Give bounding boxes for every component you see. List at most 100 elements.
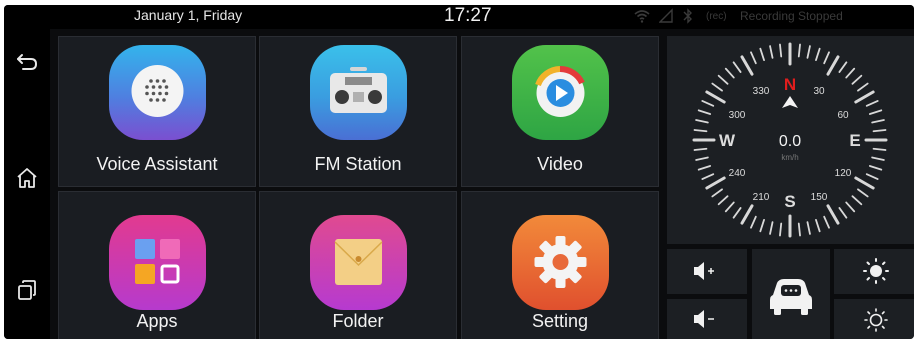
tile-label: Voice Assistant	[96, 154, 218, 174]
compass-tick	[838, 207, 848, 219]
rec-badge: (rec)	[706, 11, 727, 22]
folder-icon	[310, 215, 407, 310]
compass-tick	[701, 100, 715, 107]
speed-unit: km/h	[781, 153, 798, 162]
deg-120: 120	[835, 168, 852, 179]
tile-setting[interactable]: Setting	[461, 191, 659, 339]
head-unit-screen: January 1, Friday 17:27 (rec) Recording …	[4, 5, 914, 339]
tile-label: FM Station	[314, 154, 402, 174]
home-button[interactable]	[12, 163, 42, 193]
compass-tick	[826, 55, 840, 76]
compass-tick	[845, 67, 856, 79]
tile-video[interactable]: Video	[461, 36, 659, 187]
brightness-low-icon	[864, 308, 888, 332]
tile-fm-station[interactable]: FM Station	[259, 36, 457, 187]
tile-folder[interactable]: Folder	[259, 191, 457, 339]
compass-tick	[815, 218, 821, 233]
compass-tick	[838, 61, 848, 73]
app-grid: Voice Assistant FM Station Video Apps Fo…	[58, 36, 660, 339]
tile-label: Apps	[136, 311, 178, 331]
tile-label: Setting	[531, 311, 589, 331]
deg-30: 30	[813, 86, 825, 97]
compass-tick	[854, 90, 875, 104]
compass-tick	[871, 119, 885, 124]
compass-tick	[779, 43, 783, 58]
compass-tick	[857, 82, 869, 92]
compass-tick	[750, 215, 757, 229]
tile-label: Video	[537, 154, 583, 174]
tile-label: Folder	[332, 311, 384, 331]
compass-tick	[865, 173, 879, 180]
compass-tick	[845, 201, 856, 213]
volume-down-icon	[694, 310, 714, 328]
compass-tick	[695, 156, 709, 161]
compass-tick	[697, 165, 712, 171]
compass-tick	[872, 147, 887, 151]
compass-tick	[868, 165, 883, 171]
car-message-icon	[770, 279, 812, 315]
deg-300: 300	[729, 110, 746, 121]
compass-tick	[724, 67, 735, 79]
compass-tick	[759, 47, 765, 62]
compass-tick	[750, 51, 757, 65]
compass-tick	[868, 109, 883, 115]
compass-tick	[779, 222, 783, 237]
compass-tick	[865, 100, 879, 107]
compass-south: S	[784, 192, 795, 211]
compass-tick	[823, 215, 830, 229]
compass-tick	[871, 156, 885, 161]
wifi-icon	[634, 10, 650, 23]
volume-down-button[interactable]	[667, 299, 747, 339]
status-clock: 17:27	[444, 5, 492, 26]
volume-up-icon	[694, 262, 714, 280]
deg-150: 150	[811, 192, 828, 203]
compass-tick	[806, 45, 811, 59]
compass-tick	[769, 45, 774, 59]
compass-tick	[854, 176, 875, 190]
compass-tick	[705, 176, 726, 190]
apps-grid-icon	[109, 215, 206, 310]
compass-tick	[759, 218, 765, 233]
tile-voice-assistant[interactable]: Voice Assistant	[58, 36, 256, 187]
brightness-high-icon	[863, 258, 889, 284]
recent-apps-button[interactable]	[12, 275, 42, 305]
compass-tick	[705, 90, 726, 104]
compass-tick	[740, 204, 754, 225]
brightness-up-button[interactable]	[834, 249, 914, 294]
compass-tick	[732, 207, 742, 219]
volume-up-button[interactable]	[667, 249, 747, 294]
compass-tick	[797, 222, 801, 237]
recent-apps-icon	[18, 280, 36, 300]
compass-tick	[724, 201, 735, 213]
status-bar: January 1, Friday 17:27 (rec) Recording …	[4, 5, 914, 29]
compass-tick	[711, 82, 723, 92]
compass-tick	[826, 204, 840, 225]
status-date: January 1, Friday	[134, 7, 243, 23]
side-nav	[4, 29, 50, 339]
compass-tick	[693, 147, 708, 151]
brightness-down-button[interactable]	[834, 299, 914, 339]
signal-icon	[659, 8, 673, 23]
compass-tick	[823, 51, 830, 65]
deg-330: 330	[753, 86, 770, 97]
compass-west: W	[719, 131, 736, 150]
bluetooth-icon	[683, 8, 692, 24]
compass-tick	[797, 43, 801, 58]
deg-240: 240	[729, 168, 746, 179]
compass-tick	[711, 188, 723, 198]
speed-value: 0.0	[779, 133, 801, 150]
car-button[interactable]	[752, 249, 830, 339]
compass-tick	[740, 55, 754, 76]
heading-arrow-icon	[782, 96, 798, 108]
compass-tick	[732, 61, 742, 73]
radio-icon	[310, 45, 407, 140]
play-icon	[512, 45, 609, 140]
compass-tick	[717, 74, 729, 85]
compass-tick	[815, 47, 821, 62]
compass-tick	[806, 221, 811, 235]
compass-tick	[872, 129, 887, 133]
tile-apps[interactable]: Apps	[58, 191, 256, 339]
back-arrow-icon	[17, 54, 38, 70]
back-button[interactable]	[12, 47, 42, 77]
microphone-icon	[109, 45, 206, 140]
